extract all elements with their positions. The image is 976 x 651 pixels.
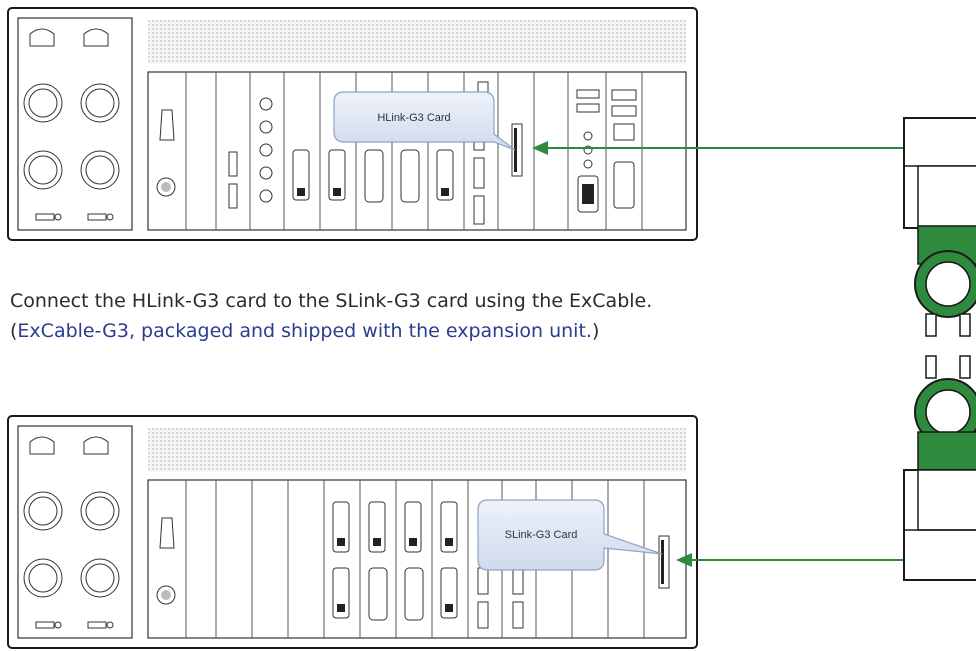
slink-card-label: SLink-G3 Card — [505, 529, 578, 541]
hlink-card-label: HLink-G3 Card — [377, 112, 450, 124]
excable-bottom-connector — [903, 355, 976, 581]
excable-top-connector — [903, 117, 976, 337]
bottom-connection-arrow — [676, 553, 904, 567]
instruction-text: Connect the HLink-G3 card to the SLink-G… — [10, 290, 653, 312]
hlink-card-callout: HLink-G3 Card — [333, 91, 516, 151]
power-socket-icon — [29, 28, 55, 47]
instruction-note: (ExCable-G3, packaged and shipped with t… — [10, 316, 599, 346]
serial-port-icon — [159, 109, 175, 141]
serial-port-icon — [159, 517, 175, 549]
power-socket-icon — [83, 436, 109, 455]
note-close-paren: ) — [591, 320, 600, 342]
power-socket-icon — [29, 436, 55, 455]
power-socket-icon — [83, 28, 109, 47]
note-text: ExCable-G3, packaged and shipped with th… — [17, 320, 592, 342]
